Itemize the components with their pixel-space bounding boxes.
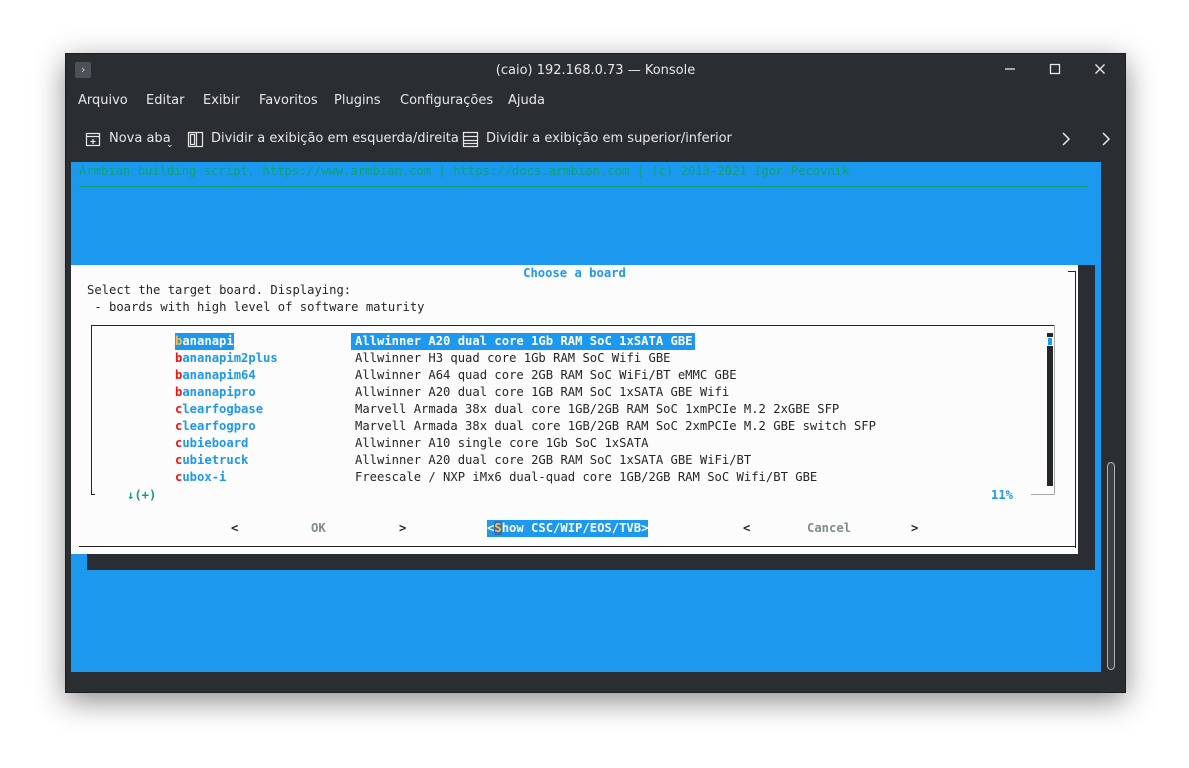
- show-button-hotkey: S: [494, 521, 502, 535]
- board-name: ubox-i: [182, 470, 227, 484]
- ok-button-left-bracket: <: [231, 521, 239, 535]
- terminal-view[interactable]: Armbian building script, https://www.arm…: [71, 162, 1101, 672]
- show-csc-wip-button[interactable]: <Show CSC/WIP/EOS/TVB>: [487, 520, 649, 537]
- minimize-icon[interactable]: [997, 58, 1023, 84]
- header-rule: [79, 186, 1087, 187]
- board-description: Marvell Armada 38x dual core 1GB/2GB RAM…: [355, 402, 840, 416]
- armbian-header: Armbian building script, https://www.arm…: [79, 164, 850, 178]
- chevron-right-icon[interactable]: [1056, 125, 1076, 153]
- konsole-window: › (caio) 192.168.0.73 — Konsole Arquivo …: [65, 53, 1126, 693]
- menu-bar: Arquivo Editar Exibir Favoritos Plugins …: [66, 88, 1125, 114]
- ok-button[interactable]: OK: [311, 520, 326, 537]
- show-button-right-bracket: >: [641, 521, 649, 535]
- menu-exibir[interactable]: Exibir: [203, 88, 240, 114]
- board-description: Marvell Armada 38x dual core 1GB/2GB RAM…: [355, 419, 876, 433]
- dialog-title: Choose a board: [523, 266, 626, 280]
- menu-configuracoes[interactable]: Configurações: [400, 88, 493, 114]
- more-indicator: ↓(+): [127, 488, 157, 502]
- board-tag: cubietruck: [175, 452, 248, 469]
- board-name: learfogbase: [182, 402, 264, 416]
- list-frame: [91, 325, 1055, 326]
- board-row[interactable]: clearfogbase Marvell Armada 38x dual core…: [71, 401, 1078, 418]
- board-tag: bananapi: [175, 333, 234, 350]
- board-tag: clearfogbase: [175, 401, 263, 418]
- menu-editar[interactable]: Editar: [146, 88, 185, 114]
- list-scrollbar[interactable]: [1047, 333, 1053, 486]
- board-row[interactable]: cubieboard Allwinner A10 single core 1Gb …: [71, 435, 1078, 452]
- list-frame-bottom-left: [91, 494, 95, 495]
- list-scroll-thumb[interactable]: [1047, 337, 1053, 346]
- board-tag: bananapim64: [175, 367, 256, 384]
- maximize-icon[interactable]: [1042, 58, 1068, 84]
- board-name: learfogpro: [182, 419, 256, 433]
- board-name: ananapi: [182, 334, 234, 348]
- board-row[interactable]: cubietruck Allwinner A20 dual core 2GB RA…: [71, 452, 1078, 469]
- dialog-shadow-bottom: [87, 554, 1095, 570]
- chevron-down-icon[interactable]: ⌄: [166, 131, 174, 159]
- menu-plugins[interactable]: Plugins: [334, 88, 381, 114]
- split-left-right-label: Dividir a exibição em esquerda/direita: [211, 131, 459, 146]
- board-row[interactable]: cubox-i Freescale / NXP iMx6 dual-quad co…: [71, 469, 1078, 486]
- board-description: Freescale / NXP iMx6 dual-quad core 1GB/…: [355, 470, 818, 484]
- split-vertical-icon: [187, 131, 204, 148]
- dialog-shadow: [1078, 265, 1095, 564]
- board-description: Allwinner A10 single core 1Gb SoC 1xSATA: [355, 436, 649, 450]
- new-tab-icon: [85, 132, 101, 147]
- board-tag: cubieboard: [175, 435, 248, 452]
- cancel-button-right-bracket: >: [911, 521, 919, 535]
- dialog-frame-bottom: [79, 546, 1076, 547]
- toolbar: Nova aba ⌄ Dividir a exibição em esquerd…: [66, 119, 1125, 159]
- board-row[interactable]: clearfogpro Marvell Armada 38x dual core …: [71, 418, 1078, 435]
- title-bar[interactable]: › (caio) 192.168.0.73 — Konsole: [66, 54, 1125, 88]
- board-row[interactable]: bananapi Allwinner A20 dual core 1Gb RAM …: [71, 333, 1078, 350]
- window-title: (caio) 192.168.0.73 — Konsole: [495, 63, 696, 78]
- board-tag: bananapipro: [175, 384, 256, 401]
- dialog-prompt: Select the target board. Displaying:: [87, 283, 352, 297]
- board-name: ananapim2plus: [182, 351, 278, 365]
- toolbar-overflow-icon[interactable]: [1096, 125, 1116, 153]
- dialog-subprompt: - boards with high level of software mat…: [87, 300, 425, 314]
- cancel-button-left-bracket: <: [743, 521, 751, 535]
- list-frame-bottom-right: [1031, 494, 1055, 495]
- terminal-scroll-thumb[interactable]: [1107, 462, 1115, 670]
- dialog-buttons: < OK > <Show CSC/WIP/EOS/TVB> < Cancel >: [71, 520, 1078, 537]
- menu-favoritos[interactable]: Favoritos: [259, 88, 318, 114]
- board-description: Allwinner A20 dual core 1GB RAM SoC 1xSA…: [355, 385, 730, 399]
- cancel-button[interactable]: Cancel: [807, 520, 851, 537]
- board-description: Allwinner A20 dual core 1Gb RAM SoC 1xSA…: [351, 333, 695, 350]
- board-name: ananapim64: [182, 368, 256, 382]
- board-name: ubieboard: [182, 436, 249, 450]
- board-tag: bananapim2plus: [175, 350, 278, 367]
- split-top-bottom-label: Dividir a exibição em superior/inferior: [486, 131, 732, 146]
- board-row[interactable]: bananapim64 Allwinner A64 quad core 2GB R…: [71, 367, 1078, 384]
- board-name: ananapipro: [182, 385, 256, 399]
- board-row[interactable]: bananapipro Allwinner A20 dual core 1GB R…: [71, 384, 1078, 401]
- split-horizontal-icon: [462, 131, 479, 148]
- show-button-label: how CSC/WIP/EOS/TVB: [501, 521, 642, 535]
- board-description: Allwinner A20 dual core 2GB RAM SoC 1xSA…: [355, 453, 752, 467]
- board-row[interactable]: bananapim2plus Allwinner H3 quad core 1Gb…: [71, 350, 1078, 367]
- new-tab-label: Nova aba: [109, 131, 171, 146]
- board-description: Allwinner H3 quad core 1Gb RAM SoC Wifi …: [355, 351, 671, 365]
- board-tag: cubox-i: [175, 469, 226, 486]
- terminal-scrollbar[interactable]: [1106, 162, 1116, 672]
- board-tag: clearfogpro: [175, 418, 256, 435]
- ok-button-right-bracket: >: [399, 521, 407, 535]
- scroll-percent: 11%: [991, 488, 1014, 502]
- choose-board-dialog: Choose a board Select the target board. …: [71, 265, 1078, 554]
- board-name: ubietruck: [182, 453, 249, 467]
- board-description: Allwinner A64 quad core 2GB RAM SoC WiFi…: [355, 368, 737, 382]
- menu-arquivo[interactable]: Arquivo: [78, 88, 128, 114]
- close-icon[interactable]: [1087, 58, 1113, 84]
- menu-ajuda[interactable]: Ajuda: [508, 88, 545, 114]
